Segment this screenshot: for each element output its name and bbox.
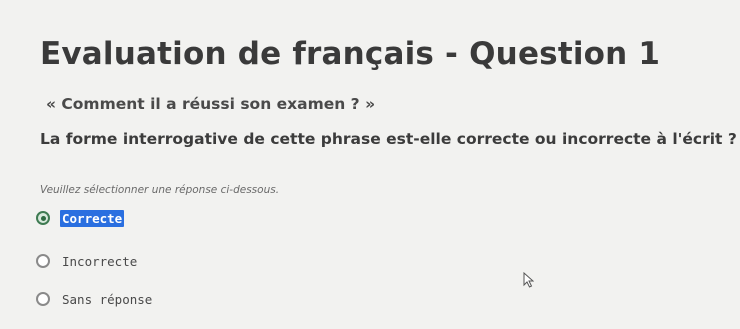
radio-button[interactable] xyxy=(36,292,50,306)
page-title: Evaluation de français - Question 1 xyxy=(40,36,661,72)
answer-option-label[interactable]: Incorrecte xyxy=(60,253,139,270)
question-sentence: « Comment il a réussi son examen ? » xyxy=(46,95,376,113)
answer-option-incorrecte[interactable]: Incorrecte xyxy=(36,251,139,271)
quiz-page: Evaluation de français - Question 1 « Co… xyxy=(0,0,740,329)
mouse-pointer-icon xyxy=(523,272,534,288)
answer-instruction: Veuillez sélectionner une réponse ci-des… xyxy=(40,184,280,196)
answer-option-correcte[interactable]: Correcte xyxy=(36,208,125,228)
radio-button[interactable] xyxy=(36,254,50,268)
answer-option-sans-reponse[interactable]: Sans réponse xyxy=(36,289,154,309)
answer-option-label[interactable]: Correcte xyxy=(60,209,125,227)
radio-button-checked[interactable] xyxy=(36,211,50,225)
answer-option-label[interactable]: Sans réponse xyxy=(60,291,154,308)
question-prompt: La forme interrogative de cette phrase e… xyxy=(40,130,737,148)
